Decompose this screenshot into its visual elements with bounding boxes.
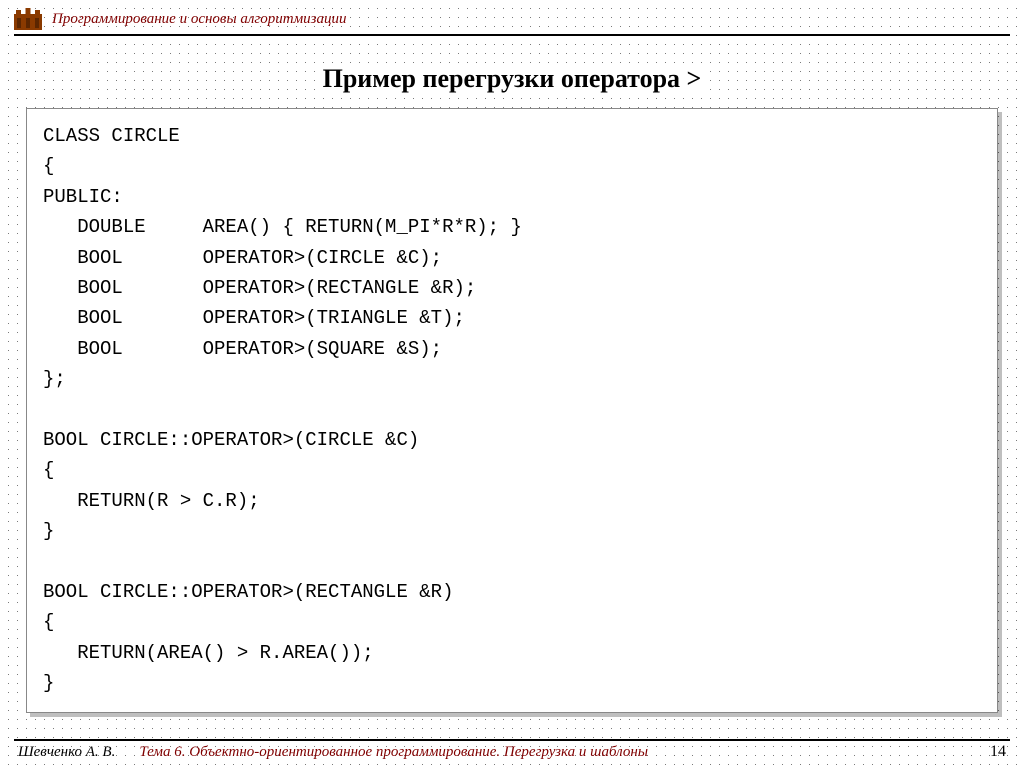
- slide-container: Программирование и основы алгоритмизации…: [0, 0, 1024, 767]
- footer-page-number: 14: [990, 743, 1006, 761]
- footer-topic: Тема 6. Объектно-ориентированное програм…: [139, 744, 966, 761]
- course-title: Программирование и основы алгоритмизации: [52, 11, 347, 28]
- code-content: class Circle { public: double Area() { r…: [43, 121, 981, 698]
- slide-header: Программирование и основы алгоритмизации: [14, 8, 1010, 32]
- university-logo-icon: [14, 8, 42, 30]
- code-box: class Circle { public: double Area() { r…: [26, 108, 998, 713]
- title-block: Пример перегрузки оператора >: [14, 64, 1010, 94]
- footer-author: Шевченко А. В.: [18, 744, 115, 761]
- slide-title: Пример перегрузки оператора >: [315, 64, 710, 94]
- header-divider: [14, 34, 1010, 36]
- footer-divider: [14, 739, 1010, 741]
- slide-footer: Шевченко А. В. Тема 6. Объектно-ориентир…: [0, 743, 1024, 761]
